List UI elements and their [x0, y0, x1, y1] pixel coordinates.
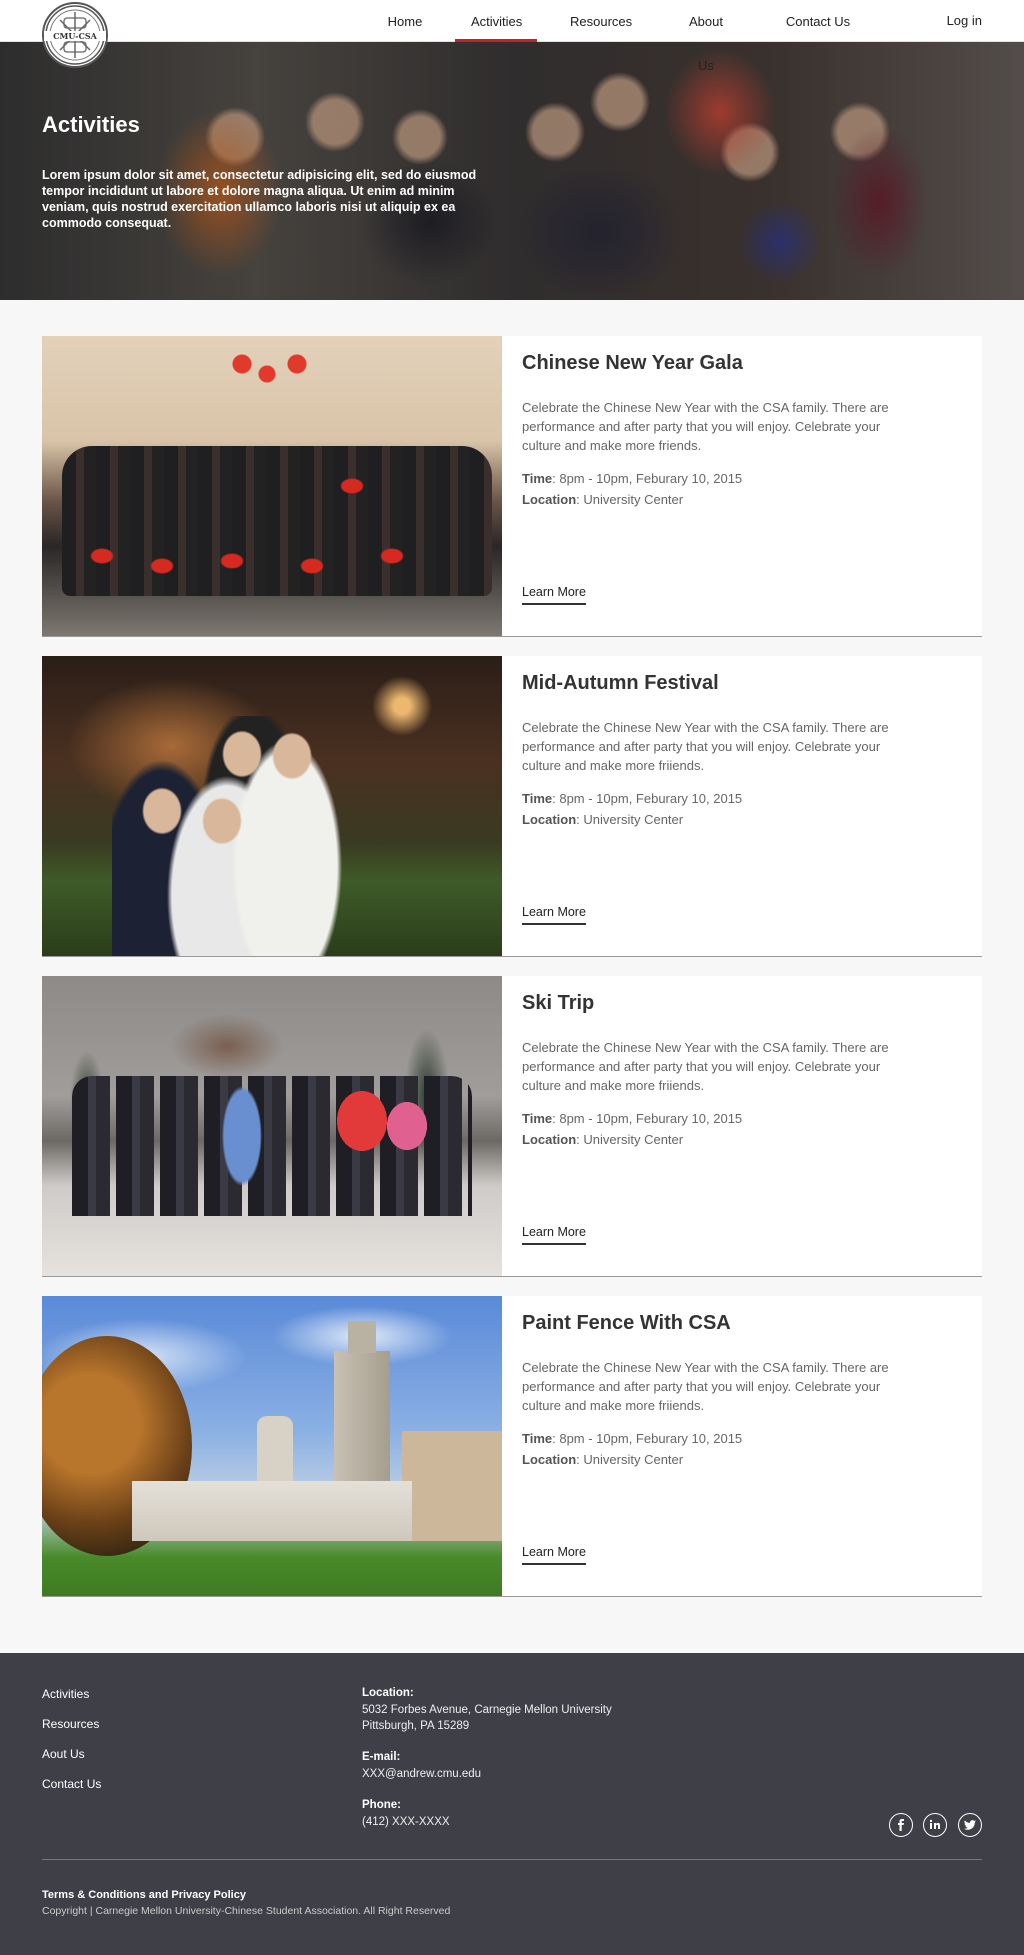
- time-value: : 8pm - 10pm, Feburary 10, 2015: [552, 791, 743, 806]
- activity-meta: Time: 8pm - 10pm, Feburary 10, 2015 Loca…: [522, 468, 742, 510]
- location-value: : University Center: [576, 812, 684, 827]
- csa-logo[interactable]: CMU-CSA: [42, 2, 108, 68]
- activity-meta: Time: 8pm - 10pm, Feburary 10, 2015 Loca…: [522, 1108, 742, 1150]
- hero-description: Lorem ipsum dolor sit amet, consectetur …: [42, 168, 477, 230]
- site-footer: Activities Resources Aout Us Contact Us …: [0, 1653, 1024, 1955]
- activity-description: Celebrate the Chinese New Year with the …: [522, 1360, 889, 1413]
- activity-card-mid-autumn: Mid-Autumn Festival Celebrate the Chines…: [42, 656, 982, 957]
- location-label: Location: [522, 1132, 577, 1147]
- copyright-text: Copyright | Carnegie Mellon University-C…: [42, 1905, 451, 1917]
- learn-more-link[interactable]: Learn More: [522, 905, 586, 925]
- nav-home[interactable]: Home: [387, 0, 423, 42]
- activity-description: Celebrate the Chinese New Year with the …: [522, 720, 889, 773]
- phone-value: (412) XXX-XXXX: [362, 1816, 450, 1828]
- login-link[interactable]: Log in: [947, 0, 982, 42]
- time-label: Time: [522, 471, 553, 486]
- activity-title: Paint Fence With CSA: [522, 1312, 731, 1334]
- location-label: Location:: [362, 1687, 414, 1699]
- activity-description: Celebrate the Chinese New Year with the …: [522, 1040, 889, 1093]
- activity-body: Chinese New Year Gala Celebrate the Chin…: [522, 336, 962, 636]
- activity-body: Ski Trip Celebrate the Chinese New Year …: [522, 976, 962, 1276]
- ski-people: [72, 1076, 472, 1216]
- activity-description: Celebrate the Chinese New Year with the …: [522, 400, 889, 453]
- campus-dome: [257, 1416, 293, 1491]
- footer-link-about-us[interactable]: Aout Us: [42, 1747, 85, 1761]
- time-label: Time: [522, 1111, 553, 1126]
- activity-title: Mid-Autumn Festival: [522, 672, 719, 694]
- gala-photo: [42, 336, 502, 636]
- learn-more-link[interactable]: Learn More: [522, 585, 586, 605]
- activity-body: Mid-Autumn Festival Celebrate the Chines…: [522, 656, 962, 956]
- nav-about-us[interactable]: About Us: [680, 0, 732, 73]
- campus-bldg: [132, 1481, 412, 1541]
- location-label: Location: [522, 1452, 577, 1467]
- linkedin-icon[interactable]: [923, 1813, 947, 1837]
- mid-autumn-photo: [42, 656, 502, 956]
- campus-right: [402, 1431, 502, 1541]
- time-value: : 8pm - 10pm, Feburary 10, 2015: [552, 1431, 743, 1446]
- facebook-icon[interactable]: [889, 1813, 913, 1837]
- footer-divider: [42, 1859, 982, 1860]
- time-value: : 8pm - 10pm, Feburary 10, 2015: [552, 471, 743, 486]
- activity-card-gala: Chinese New Year Gala Celebrate the Chin…: [42, 336, 982, 637]
- twitter-icon[interactable]: [958, 1813, 982, 1837]
- learn-more-link[interactable]: Learn More: [522, 1545, 586, 1565]
- time-label: Time: [522, 1431, 553, 1446]
- location-label: Location: [522, 492, 577, 507]
- logo-text: CMU-CSA: [44, 31, 106, 41]
- autumn-people: [112, 716, 352, 956]
- activity-body: Paint Fence With CSA Celebrate the Chine…: [522, 1296, 962, 1596]
- address-line-2: Pittsburgh, PA 15289: [362, 1720, 470, 1732]
- location-value: : University Center: [576, 492, 684, 507]
- activity-card-ski-trip: Ski Trip Celebrate the Chinese New Year …: [42, 976, 982, 1277]
- activity-meta: Time: 8pm - 10pm, Feburary 10, 2015 Loca…: [522, 1428, 742, 1470]
- footer-link-resources[interactable]: Resources: [42, 1717, 99, 1731]
- hero-banner: Activities Lorem ipsum dolor sit amet, c…: [0, 42, 1024, 300]
- phone-label: Phone:: [362, 1799, 401, 1811]
- location-label: Location: [522, 812, 577, 827]
- footer-link-contact-us[interactable]: Contact Us: [42, 1777, 101, 1791]
- email-label: E-mail:: [362, 1751, 401, 1763]
- time-value: : 8pm - 10pm, Feburary 10, 2015: [552, 1111, 743, 1126]
- activity-card-paint-fence: Paint Fence With CSA Celebrate the Chine…: [42, 1296, 982, 1597]
- address-line-1: 5032 Forbes Avenue, Carnegie Mellon Univ…: [362, 1704, 612, 1716]
- footer-link-activities[interactable]: Activities: [42, 1687, 89, 1701]
- email-value[interactable]: XXX@andrew.cmu.edu: [362, 1766, 481, 1782]
- terms-link[interactable]: Terms & Conditions and Privacy Policy: [42, 1889, 246, 1901]
- nav-activities[interactable]: Activities: [455, 0, 537, 42]
- location-value: : University Center: [576, 1132, 684, 1147]
- time-label: Time: [522, 791, 553, 806]
- nav-contact-us[interactable]: Contact Us: [785, 0, 851, 42]
- top-nav: CMU-CSA Home Activities Resources About …: [0, 0, 1024, 73]
- activity-title: Chinese New Year Gala: [522, 352, 743, 374]
- activity-title: Ski Trip: [522, 992, 595, 1014]
- location-value: : University Center: [576, 1452, 684, 1467]
- page-title: Activities: [42, 112, 140, 137]
- nav-resources[interactable]: Resources: [570, 0, 632, 42]
- activity-meta: Time: 8pm - 10pm, Feburary 10, 2015 Loca…: [522, 788, 742, 830]
- learn-more-link[interactable]: Learn More: [522, 1225, 586, 1245]
- ski-trip-photo: [42, 976, 502, 1276]
- campus-photo: [42, 1296, 502, 1596]
- gala-crowd: [62, 446, 492, 596]
